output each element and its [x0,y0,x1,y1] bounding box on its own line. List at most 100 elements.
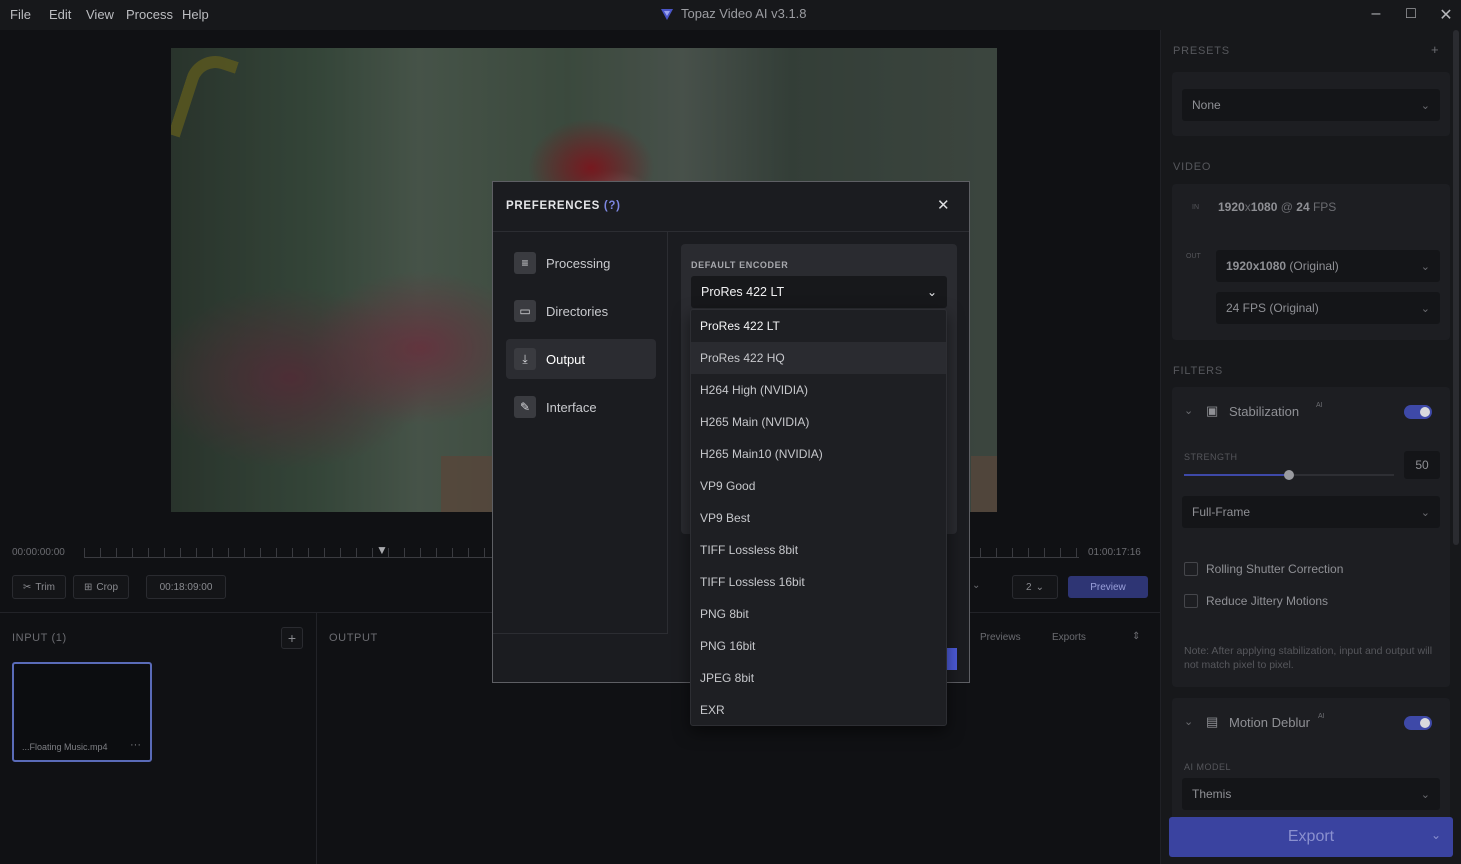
dialog-title: PREFERENCES (?) [506,200,621,212]
close-icon[interactable]: ✕ [1436,5,1456,25]
timecode-field[interactable]: 00:18:09:00 [146,575,226,599]
encoder-option[interactable]: JPEG 8bit [691,662,946,694]
divider [493,231,969,232]
help-link[interactable]: (?) [604,200,621,212]
stabilization-mode-value: Full-Frame [1192,505,1251,519]
rolling-shutter-checkbox[interactable] [1184,562,1198,576]
encoder-option[interactable]: ProRes 422 LT [691,310,946,342]
preset-select[interactable]: None ⌄ [1182,89,1440,121]
view-count-select[interactable]: 2 ⌄ [1012,575,1058,599]
in-at: @ [1277,200,1297,214]
chevron-down-icon: ⌄ [1420,788,1430,801]
timeline-end-time: 01:00:17:16 [1088,547,1141,558]
timecode-value: 00:18:09:00 [159,581,213,593]
topaz-logo-icon [661,8,673,20]
nav-item-directories[interactable]: ▭ Directories [506,291,656,331]
export-button[interactable]: Export ⌄ [1169,817,1453,857]
trim-label: Trim [35,581,55,593]
ai-badge: AI [1316,402,1323,409]
nav-item-label: Output [546,351,586,367]
in-fps-unit: FPS [1309,200,1337,214]
encoder-option[interactable]: TIFF Lossless 16bit [691,566,946,598]
playhead-icon[interactable]: ▼ [376,543,388,557]
encoder-option[interactable]: PNG 8bit [691,598,946,630]
encoder-option[interactable]: H264 High (NVIDIA) [691,374,946,406]
chevron-down-icon: ⌄ [1420,260,1430,273]
chevron-down-icon[interactable]: ⌄ [1431,828,1441,842]
more-options-icon[interactable]: ··· [130,739,141,751]
menu-edit[interactable]: Edit [49,7,71,22]
menu-process[interactable]: Process [126,7,173,22]
encoder-select[interactable]: ProRes 422 LT ⌄ [691,276,947,308]
chevron-down-icon[interactable]: ⌄ [972,580,980,591]
tab-exports[interactable]: Exports [1052,632,1086,643]
strength-slider[interactable] [1184,470,1394,480]
add-input-button[interactable]: + [281,627,303,649]
output-fps-select[interactable]: 24 FPS (Original) ⌄ [1216,292,1440,324]
output-resolution-value: 1920x1080 (Original) [1226,259,1339,273]
chevron-down-icon: ⌄ [926,285,937,299]
encoder-option[interactable]: VP9 Best [691,502,946,534]
strength-value-field[interactable]: 50 [1404,451,1440,479]
chevron-down-icon[interactable]: ⌄ [1184,715,1193,728]
nav-item-output[interactable]: ⤓ Output [506,339,656,379]
strength-slider-fill [1184,474,1289,476]
nav-item-interface[interactable]: ✎ Interface [506,387,656,427]
encoder-dropdown-list: ProRes 422 LT ProRes 422 HQ H264 High (N… [690,309,947,726]
stabilization-name: Stabilization [1229,404,1300,419]
input-file-thumbnail[interactable]: ...Floating Music.mp4 ··· [12,662,152,762]
app-title: Topaz Video AI v3.1.8 [660,6,807,21]
nav-item-processing[interactable]: ≡ Processing [506,243,656,283]
folder-icon: ▭ [514,300,536,322]
chevron-down-icon: ⌄ [1420,506,1430,519]
strength-label: STRENGTH [1184,452,1238,462]
out-label: OUT [1186,253,1201,260]
interface-icon: ✎ [514,396,536,418]
scissors-icon: ✂ [22,581,32,593]
motion-deblur-toggle[interactable] [1404,716,1432,730]
filters-title: FILTERS [1173,365,1224,377]
menu-view[interactable]: View [86,7,114,22]
encoder-option[interactable]: H265 Main10 (NVIDIA) [691,438,946,470]
video-title: VIDEO [1173,161,1212,173]
add-preset-button[interactable]: + [1431,42,1439,57]
stabilization-mode-select[interactable]: Full-Frame ⌄ [1182,496,1440,528]
tab-previews[interactable]: Previews [980,632,1021,643]
close-icon[interactable]: ✕ [937,196,950,214]
reduce-jitter-checkbox[interactable] [1184,594,1198,608]
out-res: 1920x1080 [1226,259,1287,273]
chevron-down-icon: ⌄ [1420,99,1430,112]
video-card: IN 1920x1080 @ 24 FPS OUT 1920x1080 (Ori… [1172,184,1450,340]
menu-help[interactable]: Help [182,7,209,22]
strength-value: 50 [1415,458,1429,472]
encoder-option[interactable]: TIFF Lossless 8bit [691,534,946,566]
ai-badge: AI [1318,713,1325,720]
presets-card: None ⌄ [1172,72,1450,136]
encoder-option[interactable]: VP9 Good [691,470,946,502]
stabilization-card: ⌄ ▣ Stabilization AI STRENGTH 50 Full-Fr… [1172,387,1450,687]
sort-icon[interactable]: ⇕ [1132,631,1140,642]
preview-button[interactable]: Preview [1068,576,1148,598]
output-resolution-select[interactable]: 1920x1080 (Original) ⌄ [1216,250,1440,282]
encoder-option[interactable]: H265 Main (NVIDIA) [691,406,946,438]
ai-model-label: AI MODEL [1184,762,1232,772]
divider [493,633,667,634]
menu-file[interactable]: File [10,7,31,22]
stabilization-toggle[interactable] [1404,405,1432,419]
minimize-icon[interactable]: – [1366,5,1386,23]
encoder-option[interactable]: ProRes 422 HQ [691,342,946,374]
maximize-icon[interactable]: □ [1401,5,1421,23]
crop-button[interactable]: ⊞ Crop [73,575,129,599]
scrollbar[interactable] [1453,30,1459,545]
preset-value: None [1192,98,1221,112]
input-file-name: ...Floating Music.mp4 [22,742,108,752]
in-label: IN [1192,204,1199,211]
in-fps: 24 [1296,200,1310,214]
strength-slider-handle[interactable] [1284,470,1294,480]
chevron-down-icon[interactable]: ⌄ [1184,404,1193,417]
ai-model-select[interactable]: Themis ⌄ [1182,778,1440,810]
app-title-text: Topaz Video AI v3.1.8 [681,6,807,21]
trim-button[interactable]: ✂ Trim [12,575,66,599]
encoder-option[interactable]: EXR [691,694,946,726]
encoder-option[interactable]: PNG 16bit [691,630,946,662]
